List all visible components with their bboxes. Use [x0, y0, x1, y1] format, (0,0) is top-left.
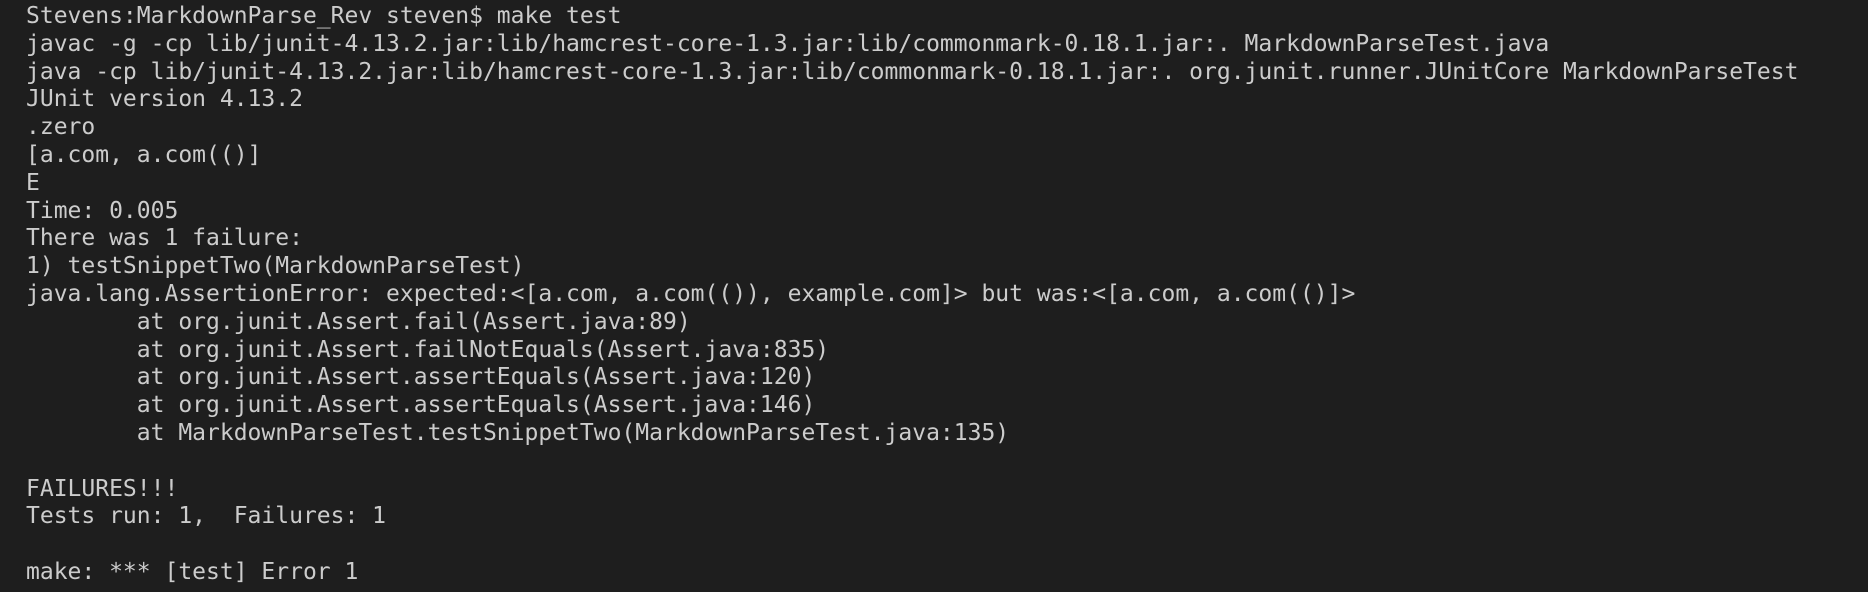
prompt-line: Stevens:MarkdownParse_Rev steven$ make t… — [26, 3, 622, 29]
javac-command-line: javac -g -cp lib/junit-4.13.2.jar:lib/ha… — [26, 30, 1550, 57]
output-line: .zero — [26, 114, 96, 141]
assertion-error-line: java.lang.AssertionError: expected:<[a.c… — [26, 280, 1356, 307]
stack-trace-line: at org.junit.Assert.assertEquals(Assert.… — [26, 364, 816, 391]
stack-trace-line: at org.junit.Assert.assertEquals(Assert.… — [26, 392, 816, 419]
output-line: E — [26, 169, 40, 196]
java-command-line: java -cp lib/junit-4.13.2.jar:lib/hamcre… — [26, 58, 1799, 85]
stack-trace-line: at org.junit.Assert.failNotEquals(Assert… — [26, 336, 830, 363]
junit-version-line: JUnit version 4.13.2 — [26, 86, 303, 113]
make-error-line: make: *** [test] Error 1 — [26, 558, 359, 585]
stack-trace-line: at org.junit.Assert.fail(Assert.java:89) — [26, 308, 691, 335]
time-line: Time: 0.005 — [26, 197, 179, 224]
tests-summary-line: Tests run: 1, Failures: 1 — [26, 503, 387, 530]
failed-test-line: 1) testSnippetTwo(MarkdownParseTest) — [26, 253, 525, 280]
terminal-output[interactable]: Stevens:MarkdownParse_Rev steven$ make t… — [0, 0, 1868, 592]
failures-banner-line: FAILURES!!! — [26, 475, 179, 502]
stack-trace-line: at MarkdownParseTest.testSnippetTwo(Mark… — [26, 419, 1010, 446]
failure-count-line: There was 1 failure: — [26, 225, 303, 252]
output-line: [a.com, a.com(()] — [26, 141, 262, 168]
